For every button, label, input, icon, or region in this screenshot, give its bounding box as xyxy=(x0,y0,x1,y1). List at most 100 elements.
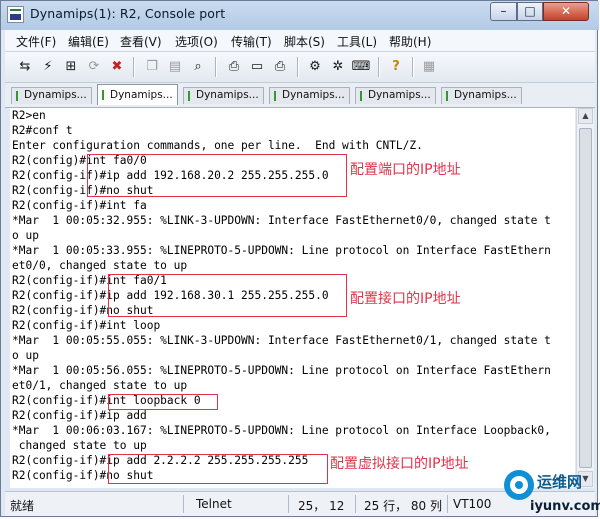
minimize-icon: – xyxy=(500,4,507,18)
console-line: R2>en xyxy=(12,109,46,122)
session-tab-label: Dynamips... xyxy=(454,89,517,101)
reconnect-icon: ⟳ xyxy=(88,58,100,74)
copy-icon: ❐ xyxy=(146,58,158,74)
print-button[interactable]: ⎙ xyxy=(224,56,244,76)
tab-status-marker xyxy=(102,90,104,100)
disconnect-icon: ✖ xyxy=(111,58,123,74)
console-line: *Mar 1 00:06:03.167: %LINEPROTO-5-UPDOWN… xyxy=(12,424,551,437)
highlight-box xyxy=(108,274,347,317)
tab-status-marker xyxy=(446,91,448,101)
scroll-up-button[interactable]: ▲ xyxy=(578,108,593,124)
status-position: 25 行， 80 列 xyxy=(364,499,442,513)
highlight-box xyxy=(108,454,328,484)
session-options-icon: ⚙ xyxy=(309,58,321,74)
keymap-button[interactable]: ⌨ xyxy=(351,56,371,76)
find-button[interactable]: ⌕ xyxy=(188,56,208,76)
print-selection-button[interactable]: ⎙ xyxy=(270,56,290,76)
keymap-icon: ⌨ xyxy=(351,58,371,74)
console-line: et0/1, changed state to up xyxy=(12,379,188,392)
annotation-port-ip: 配置端口的IP地址 xyxy=(350,162,461,178)
watermark-url: iyunv.com xyxy=(530,499,600,514)
connect-tab-icon: ⊞ xyxy=(65,58,77,74)
highlight-box xyxy=(87,154,347,197)
console-line: *Mar 1 00:05:55.055: %LINK-3-UPDOWN: Int… xyxy=(12,334,551,347)
console-line: et0/0, changed state to up xyxy=(12,259,188,272)
tab-status-marker xyxy=(360,91,362,101)
watermark: 运维网 iyunv.com xyxy=(504,466,600,518)
app-icon[interactable] xyxy=(7,6,24,23)
session-tab-label: Dynamips... xyxy=(24,89,87,101)
paste-icon: ▤ xyxy=(168,58,182,74)
session-options-button[interactable]: ⚙ xyxy=(305,56,325,76)
tab-status-marker xyxy=(16,91,18,101)
menu-view[interactable]: 查看(V) xyxy=(120,33,162,50)
console-line: changed state to up xyxy=(12,439,147,452)
log-icon: ▦ xyxy=(422,58,436,74)
scrollbar-thumb[interactable] xyxy=(579,128,592,468)
console-line: *Mar 1 00:05:56.055: %LINEPROTO-5-UPDOWN… xyxy=(12,364,551,377)
help-button[interactable]: ? xyxy=(386,56,406,76)
session-tab[interactable]: Dynamips... xyxy=(11,87,92,104)
maximize-icon: □ xyxy=(524,4,536,18)
global-options-icon: ✲ xyxy=(332,58,344,74)
close-button[interactable]: ✕ xyxy=(543,2,589,21)
menu-edit[interactable]: 编辑(E) xyxy=(68,33,109,50)
disconnect-button[interactable]: ✖ xyxy=(107,56,127,76)
connect-button[interactable]: ⇆ xyxy=(15,56,35,76)
menu-tools[interactable]: 工具(L) xyxy=(337,33,377,50)
menu-file[interactable]: 文件(F) xyxy=(16,33,56,50)
print-icon: ⎙ xyxy=(274,58,286,74)
session-tab-label: Dynamips... xyxy=(196,89,259,101)
print-setup-button[interactable]: ▭ xyxy=(247,56,267,76)
session-tab[interactable]: Dynamips... xyxy=(355,87,436,104)
copy-button[interactable]: ❐ xyxy=(142,56,162,76)
quick-connect-icon: ⚡ xyxy=(43,58,53,74)
paste-button[interactable]: ▤ xyxy=(165,56,185,76)
reconnect-button[interactable]: ⟳ xyxy=(84,56,104,76)
session-tab-label: Dynamips... xyxy=(110,89,173,101)
console-line: o up xyxy=(12,349,39,362)
window-title: Dynamips(1): R2, Console port xyxy=(30,6,226,21)
session-tab[interactable]: Dynamips... xyxy=(441,87,522,104)
menu-transfer[interactable]: 传输(T) xyxy=(231,33,272,50)
console-line: o up xyxy=(12,229,39,242)
terminal-console[interactable]: R2>en R2#conf t Enter configuration comm… xyxy=(10,108,575,488)
console-line: *Mar 1 00:05:32.955: %LINK-3-UPDOWN: Int… xyxy=(12,214,551,227)
console-line: *Mar 1 00:05:33.955: %LINEPROTO-5-UPDOWN… xyxy=(12,244,551,257)
connect-tab-button[interactable]: ⊞ xyxy=(61,56,81,76)
status-ready: 就绪 xyxy=(10,499,35,513)
find-icon: ⌕ xyxy=(194,58,202,74)
terminal-window: Dynamips(1): R2, Console port – □ ✕ 文件(F… xyxy=(0,0,599,517)
console-line: R2#conf t xyxy=(12,124,73,137)
minimize-button[interactable]: – xyxy=(490,2,517,21)
menu-help[interactable]: 帮助(H) xyxy=(389,33,431,50)
console-line: Enter configuration commands, one per li… xyxy=(12,139,423,152)
console-line: R2(config-if)#ip add xyxy=(12,409,147,422)
annotation-loopback-ip: 配置虚拟接口的IP地址 xyxy=(330,456,469,472)
print-setup-icon: ▭ xyxy=(250,58,264,74)
status-cursor: 25， 12 xyxy=(298,499,345,513)
session-tab[interactable]: Dynamips... xyxy=(269,87,350,104)
console-line: R2(config-if)#int loop xyxy=(12,319,161,332)
vertical-scrollbar[interactable]: ▲ ▼ xyxy=(576,108,594,488)
status-terminal: VT100 xyxy=(453,497,492,511)
watermark-brand: 运维网 xyxy=(537,473,583,491)
session-tab[interactable]: Dynamips... xyxy=(183,87,264,104)
console-line: R2(config-if)#int fa xyxy=(12,199,147,212)
connect-icon: ⇆ xyxy=(19,58,31,74)
global-options-button[interactable]: ✲ xyxy=(328,56,348,76)
session-tab-label: Dynamips... xyxy=(368,89,431,101)
session-tab-active[interactable]: Dynamips... xyxy=(97,84,178,105)
print-icon: ⎙ xyxy=(228,58,240,74)
tab-status-marker xyxy=(274,91,276,101)
log-button[interactable]: ▦ xyxy=(419,56,439,76)
watermark-logo-icon xyxy=(504,470,534,500)
maximize-button[interactable]: □ xyxy=(517,2,543,21)
highlight-box xyxy=(108,394,218,410)
session-tab-label: Dynamips... xyxy=(282,89,345,101)
menu-script[interactable]: 脚本(S) xyxy=(284,33,325,50)
quick-connect-button[interactable]: ⚡ xyxy=(38,56,58,76)
title-bar[interactable]: Dynamips(1): R2, Console port – □ ✕ xyxy=(1,1,599,30)
help-icon: ? xyxy=(392,58,400,74)
menu-options[interactable]: 选项(O) xyxy=(175,33,218,50)
